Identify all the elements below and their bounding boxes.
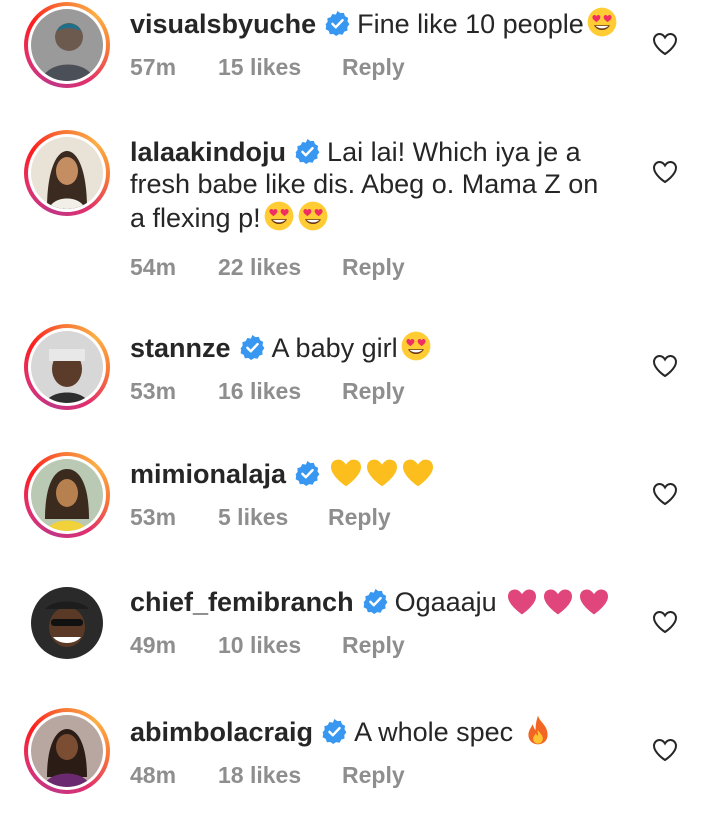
like-heart-icon[interactable] [652, 160, 678, 184]
comment-username[interactable]: chief_femibranch [130, 587, 354, 617]
like-heart-icon[interactable] [652, 738, 678, 762]
comment-likes[interactable]: 10 likes [218, 632, 342, 659]
fire-icon [525, 714, 551, 746]
comment-likes[interactable]: 15 likes [218, 54, 342, 81]
like-heart-icon[interactable] [652, 610, 678, 634]
like-heart-icon[interactable] [652, 354, 678, 378]
avatar[interactable] [24, 580, 110, 666]
heart-eyes-face-icon [263, 200, 295, 232]
heart-eyes-face-icon [297, 200, 329, 232]
comment-text: Fine like 10 people [357, 9, 584, 39]
comment-text-line: fresh babe like dis. Abeg o. Mama Z on [130, 169, 599, 199]
comment-text: A baby girl [271, 333, 398, 363]
comment-username[interactable]: stannze [130, 333, 231, 363]
comment-time: 53m [130, 378, 177, 404]
yellow-heart-icon [401, 458, 435, 488]
comment-time: 57m [130, 54, 177, 80]
verified-badge-icon [321, 718, 348, 745]
like-heart-icon[interactable] [652, 482, 678, 506]
avatar[interactable] [24, 452, 110, 538]
comment-text: A whole spec [354, 717, 514, 747]
comment-time: 54m [130, 254, 177, 280]
reply-button[interactable]: Reply [342, 632, 405, 659]
avatar[interactable] [24, 2, 110, 88]
reply-button[interactable]: Reply [342, 54, 405, 81]
heart-eyes-face-icon [400, 330, 432, 362]
comment-time: 53m [130, 504, 177, 530]
reply-button[interactable]: Reply [328, 504, 391, 531]
verified-badge-icon [324, 10, 351, 37]
comment-username[interactable]: abimbolacraig [130, 717, 313, 747]
avatar[interactable] [24, 324, 110, 410]
comment-text-line: a flexing p! [130, 203, 261, 233]
reply-button[interactable]: Reply [342, 378, 405, 405]
comment-likes[interactable]: 18 likes [218, 762, 342, 789]
verified-badge-icon [362, 588, 389, 615]
avatar[interactable] [24, 130, 110, 216]
reply-button[interactable]: Reply [342, 762, 405, 789]
yellow-heart-icon [329, 458, 363, 488]
comment-time: 48m [130, 762, 177, 788]
pink-heart-icon [541, 588, 575, 616]
verified-badge-icon [294, 138, 321, 165]
avatar[interactable] [24, 708, 110, 794]
comment-text-line: Lai lai! Which iya je a [327, 137, 581, 167]
comment-username[interactable]: visualsbyuche [130, 9, 316, 39]
comment-text: Ogaaaju [394, 587, 497, 617]
comment-username[interactable]: mimionalaja [130, 459, 286, 489]
pink-heart-icon [577, 588, 611, 616]
comment-likes[interactable]: 5 likes [218, 504, 328, 531]
comment-username[interactable]: lalaakindoju [130, 137, 286, 167]
comment-likes[interactable]: 16 likes [218, 378, 342, 405]
like-heart-icon[interactable] [652, 32, 678, 56]
comment-time: 49m [130, 632, 177, 658]
reply-button[interactable]: Reply [342, 254, 405, 281]
verified-badge-icon [294, 460, 321, 487]
comment-likes[interactable]: 22 likes [218, 254, 342, 281]
yellow-heart-icon [365, 458, 399, 488]
pink-heart-icon [505, 588, 539, 616]
verified-badge-icon [239, 334, 266, 361]
heart-eyes-face-icon [586, 6, 618, 38]
